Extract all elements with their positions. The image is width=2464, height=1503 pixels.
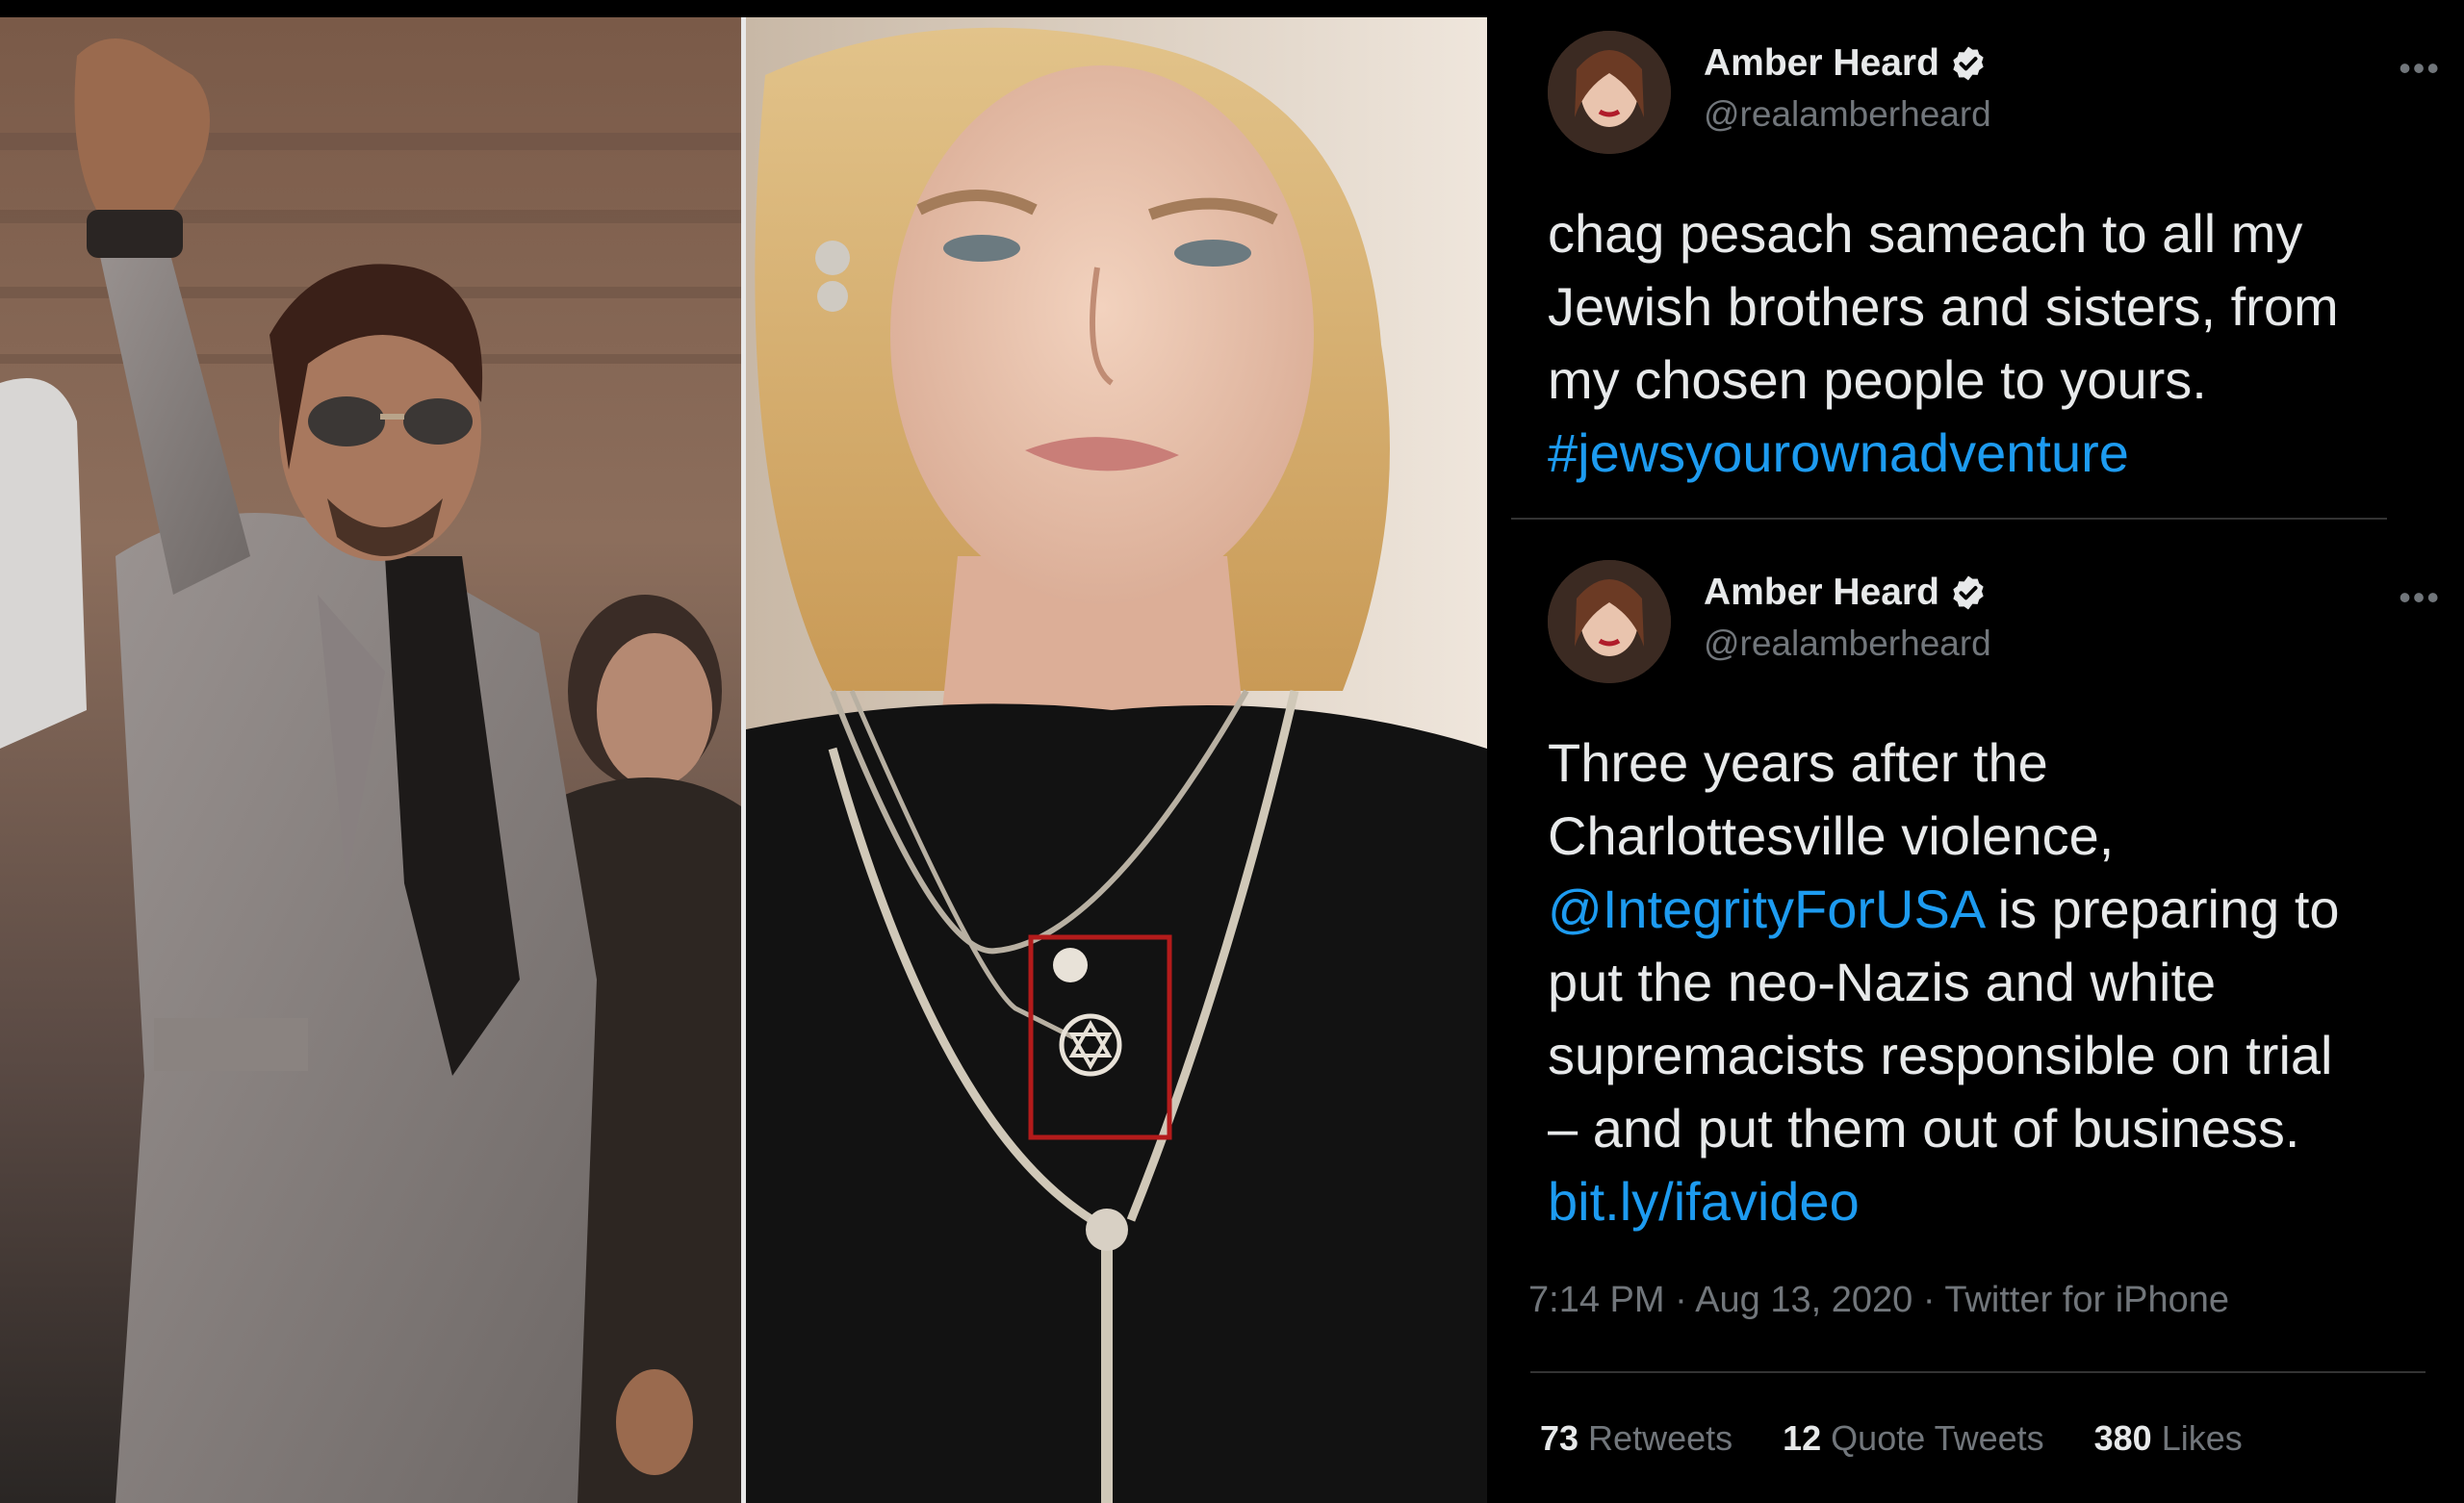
tweet-1: Amber Heard @realamberheard ••• chag pes…: [1530, 0, 2445, 483]
tweet-body: chag pesach sameach to all my Jewish bro…: [1548, 197, 2462, 490]
tweet-line: chag pesach sameach to all my: [1548, 203, 2303, 264]
tweet-meta: 7:14 PM · Aug 13, 2020 · Twitter for iPh…: [1528, 1280, 2230, 1320]
separator: [1530, 1371, 2426, 1373]
avatar[interactable]: [1548, 560, 1671, 683]
retweets-stat[interactable]: 73 Retweets: [1540, 1418, 1732, 1459]
quotes-count: 12: [1783, 1418, 1822, 1458]
tweet-line: put the neo-Nazis and white: [1548, 952, 2217, 1012]
tweet-line: @IntegrityForUSA is preparing to: [1548, 873, 2462, 946]
tweet-line: my chosen people to yours.: [1548, 349, 2207, 410]
tweet-header: Amber Heard @realamberheard •••: [1530, 529, 2445, 683]
handle[interactable]: @realamberheard: [1704, 624, 1991, 664]
verified-badge-icon: [1953, 575, 1984, 610]
retweets-count: 73: [1540, 1418, 1579, 1458]
avatar[interactable]: [1548, 31, 1671, 154]
url-link[interactable]: bit.ly/ifavideo: [1548, 1165, 2462, 1238]
tweet-body: Three years after the Charlottesville vi…: [1548, 726, 2462, 1238]
tweet-line-rest: is preparing to: [1983, 879, 2340, 939]
display-name[interactable]: Amber Heard: [1704, 42, 1939, 85]
likes-stat[interactable]: 380 Likes: [2094, 1418, 2243, 1459]
separator: [1511, 518, 2387, 520]
tweet-2: Amber Heard @realamberheard ••• Three ye…: [1530, 529, 2445, 1232]
quotes-label: Quote Tweets: [1831, 1418, 2044, 1458]
tweet-line: Charlottesville violence,: [1548, 805, 2115, 866]
photo-woman-necklace: [746, 17, 1487, 1503]
handle[interactable]: @realamberheard: [1704, 94, 1991, 135]
likes-count: 380: [2093, 1418, 2152, 1458]
tweet-stats: 73 Retweets 12 Quote Tweets 380 Likes: [1540, 1418, 2243, 1459]
more-options-icon[interactable]: •••: [2399, 48, 2441, 89]
mention-link[interactable]: @IntegrityForUSA: [1548, 879, 1983, 939]
retweets-label: Retweets: [1588, 1418, 1733, 1458]
verified-badge-icon: [1953, 46, 1984, 81]
hashtag-link[interactable]: #jewsyourownadventure: [1548, 417, 2462, 490]
tweet-line: Three years after the: [1548, 732, 2048, 793]
name-row: Amber Heard: [1704, 42, 1988, 85]
likes-label: Likes: [2161, 1418, 2243, 1458]
tweet-line: – and put them out of business.: [1548, 1098, 2300, 1159]
photo-man-raising-hand: [0, 17, 741, 1503]
tweet-header: Amber Heard @realamberheard •••: [1530, 0, 2445, 154]
composite-image: Amber Heard @realamberheard ••• chag pes…: [0, 0, 2464, 1503]
tweet-column: Amber Heard @realamberheard ••• chag pes…: [1511, 0, 2464, 1503]
name-row: Amber Heard: [1704, 572, 1988, 614]
tweet-line: supremacists responsible on trial: [1548, 1025, 2333, 1085]
quote-tweets-stat[interactable]: 12 Quote Tweets: [1783, 1418, 2044, 1459]
more-options-icon[interactable]: •••: [2399, 577, 2441, 618]
display-name[interactable]: Amber Heard: [1704, 572, 1939, 614]
tweet-line: Jewish brothers and sisters, from: [1548, 276, 2339, 337]
